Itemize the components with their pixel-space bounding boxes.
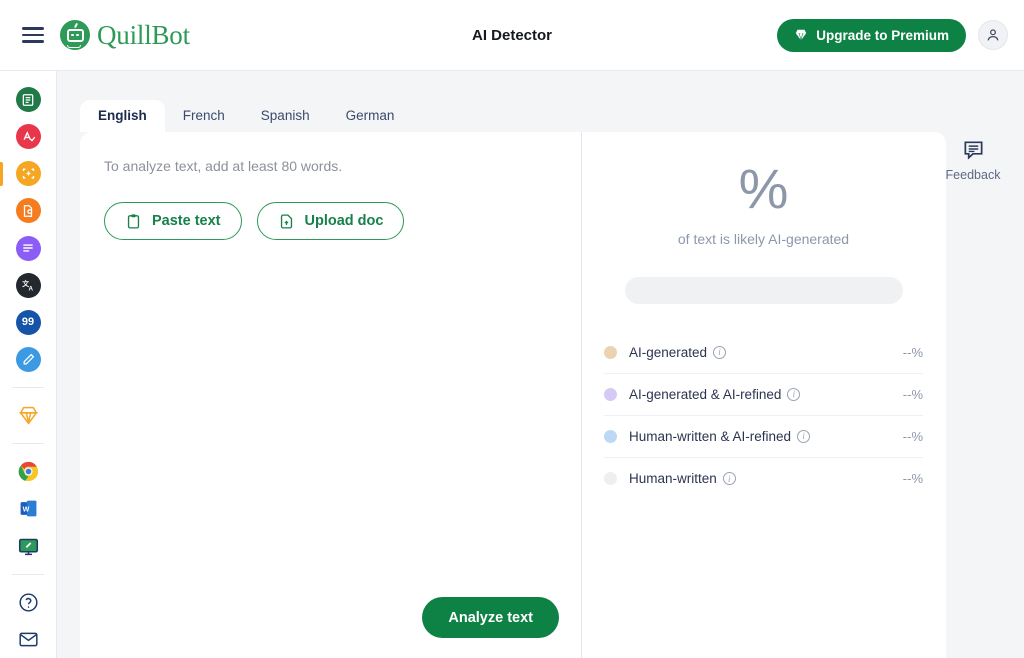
sidebar-item-grammar-checker[interactable] (0, 118, 57, 155)
feedback-label: Feedback (945, 168, 1001, 182)
language-tabs: English French Spanish German (80, 97, 412, 132)
sidebar-item-plagiarism-checker[interactable] (0, 192, 57, 229)
editor-actions: Paste text Upload doc (104, 202, 557, 240)
translator-icon: 文 A (15, 272, 41, 298)
legend-color-dot (604, 345, 617, 359)
top-bar-actions: Upgrade to Premium (777, 18, 1008, 52)
word-icon: W (16, 497, 40, 521)
sidebar-item-ai-detector[interactable] (0, 155, 57, 192)
tab-english[interactable]: English (80, 99, 165, 132)
info-icon[interactable]: i (722, 472, 736, 486)
legend-value: --% (902, 386, 923, 402)
upgrade-label: Upgrade to Premium (816, 27, 949, 43)
analyze-text-button[interactable]: Analyze text (422, 597, 559, 638)
sidebar-item-translator[interactable]: 文 A (0, 267, 57, 304)
main-content: English French Spanish German To analyze… (57, 71, 1024, 658)
info-icon[interactable]: i (787, 387, 801, 401)
sidebar-item-word-addin[interactable]: W (0, 490, 57, 527)
legend-color-dot (604, 429, 617, 443)
ai-percentage-value: % (738, 157, 789, 220)
legend-label: Human-written & AI-refined (629, 428, 792, 444)
results-panel: % of text is likely AI-generated AI-gene… (582, 132, 945, 658)
grammar-checker-icon (15, 124, 41, 150)
sidebar-divider (12, 387, 44, 389)
paste-text-label: Paste text (152, 213, 221, 229)
brand-name: QuillBot (97, 19, 190, 50)
sidebar-divider (12, 443, 44, 445)
legend-label: Human-written (629, 471, 717, 487)
clipboard-icon (127, 213, 140, 229)
bot-face (66, 28, 84, 42)
sidebar-item-contact[interactable] (0, 621, 57, 658)
monitor-icon (16, 534, 40, 558)
legend-label: AI-generated (629, 344, 708, 360)
citation-generator-icon: 99 (15, 309, 41, 335)
user-account-icon[interactable] (978, 20, 1008, 50)
hamburger-menu-icon[interactable] (22, 27, 44, 43)
sidebar-item-paraphraser[interactable] (0, 81, 57, 118)
tab-german[interactable]: German (328, 100, 413, 133)
diamond-premium-icon (16, 404, 40, 428)
question-circle-icon (16, 590, 40, 614)
breakdown-legend: AI-generated i --% AI-generated & AI-ref… (604, 332, 923, 500)
legend-row-ai-generated[interactable]: AI-generated i --% (604, 332, 923, 374)
upload-doc-button[interactable]: Upload doc (256, 202, 405, 240)
hamburger-line (22, 33, 44, 37)
upload-doc-label: Upload doc (304, 213, 384, 229)
bot-eye (71, 33, 74, 37)
legend-label: AI-generated & AI-refined (629, 386, 782, 402)
legend-value: --% (902, 471, 923, 487)
tab-spanish[interactable]: Spanish (243, 100, 328, 133)
bot-base (67, 45, 81, 48)
legend-color-dot (604, 472, 617, 486)
co-writer-icon (15, 347, 41, 373)
sidebar-item-premium[interactable] (0, 397, 57, 434)
document-upload-icon (280, 213, 292, 229)
bot-antenna (73, 22, 79, 29)
comment-icon (963, 141, 983, 160)
diamond-icon (795, 29, 807, 41)
svg-text:A: A (28, 285, 33, 292)
feedback-button[interactable]: Feedback (942, 138, 1004, 182)
bot-eye (76, 33, 79, 37)
legend-row-ai-generated-ai-refined[interactable]: AI-generated & AI-refined i --% (604, 374, 923, 416)
quillbot-bot-icon (60, 20, 90, 50)
plagiarism-checker-icon (15, 198, 41, 224)
sidebar-item-summarizer[interactable] (0, 230, 57, 267)
editor-hint: To analyze text, add at least 80 words. (104, 158, 343, 174)
legend-value: --% (902, 344, 923, 360)
sidebar-divider (12, 573, 44, 575)
ai-percentage-caption: of text is likely AI-generated (677, 230, 850, 247)
legend-row-human-written-ai-refined[interactable]: Human-written & AI-refined i --% (604, 416, 923, 458)
chrome-icon (16, 460, 40, 484)
legend-value: --% (902, 428, 923, 444)
paraphraser-icon (15, 87, 41, 113)
hamburger-line (22, 40, 44, 43)
mail-icon (16, 627, 40, 651)
upgrade-to-premium-button[interactable]: Upgrade to Premium (777, 18, 966, 52)
detector-card: To analyze text, add at least 80 words. … (80, 132, 946, 658)
sidebar-item-desktop-app[interactable] (0, 528, 57, 565)
tab-french[interactable]: French (165, 100, 243, 133)
sidebar-item-co-writer[interactable] (0, 341, 57, 378)
svg-text:W: W (22, 506, 29, 514)
quillbot-logo[interactable]: QuillBot (60, 20, 190, 51)
legend-color-dot (604, 387, 617, 401)
sidebar-item-citation-generator[interactable]: 99 (0, 304, 57, 341)
text-editor-panel[interactable]: To analyze text, add at least 80 words. … (80, 132, 582, 658)
sidebar-item-chrome-extension[interactable] (0, 453, 57, 490)
info-icon[interactable]: i (713, 345, 727, 359)
legend-row-human-written[interactable]: Human-written i --% (604, 458, 923, 500)
ai-detector-icon (15, 161, 41, 187)
person-glyph (987, 29, 999, 41)
summarizer-icon (15, 235, 41, 261)
score-placeholder-bar (624, 276, 903, 304)
paste-text-button[interactable]: Paste text (104, 202, 242, 240)
sidebar-item-help[interactable] (0, 584, 57, 621)
left-sidebar: 文 A 99 W (0, 71, 57, 658)
hamburger-line (22, 27, 44, 30)
info-icon[interactable]: i (797, 429, 811, 443)
top-bar: QuillBot AI Detector Upgrade to Premium (0, 0, 1024, 71)
